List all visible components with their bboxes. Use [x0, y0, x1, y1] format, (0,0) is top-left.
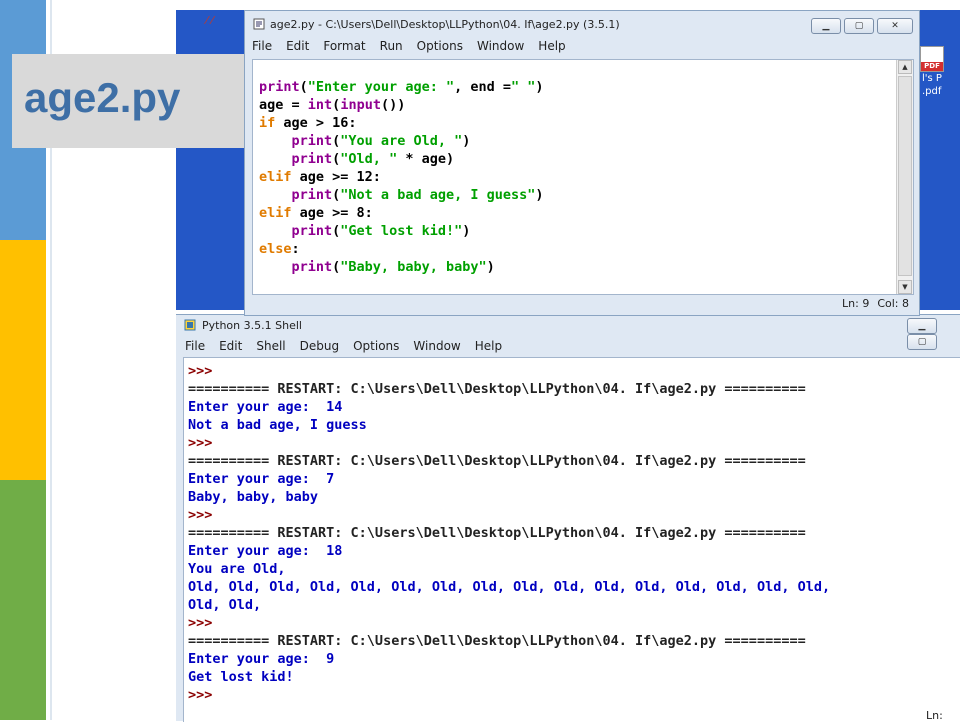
- pdf-file-icon[interactable]: PDF: [920, 46, 944, 72]
- editor-scrollbar[interactable]: ▲ ▼: [896, 60, 913, 294]
- shell-line[interactable]: Get lost kid!: [188, 668, 830, 686]
- shell-title: Python 3.5.1 Shell: [202, 319, 302, 332]
- slide-band-green: [0, 480, 46, 720]
- code-text[interactable]: print("Enter your age: ", end =" ") age =…: [259, 78, 544, 276]
- menu-window[interactable]: Window: [410, 339, 463, 353]
- menu-file[interactable]: File: [182, 339, 208, 353]
- menu-window[interactable]: Window: [474, 39, 527, 53]
- code-line[interactable]: if age > 16:: [259, 114, 544, 132]
- shell-minimize-button[interactable]: ▁: [907, 318, 937, 334]
- menu-help[interactable]: Help: [535, 39, 568, 53]
- menu-run[interactable]: Run: [377, 39, 406, 53]
- code-line[interactable]: elif age >= 12:: [259, 168, 544, 186]
- menu-edit[interactable]: Edit: [216, 339, 245, 353]
- editor-window: age2.py - C:\Users\Dell\Desktop\LLPython…: [244, 10, 920, 316]
- scrollbar-thumb[interactable]: [898, 76, 912, 276]
- slide-band-yellow: [0, 240, 46, 480]
- menu-options[interactable]: Options: [350, 339, 402, 353]
- shell-output[interactable]: >>> ========== RESTART: C:\Users\Dell\Des…: [183, 357, 960, 722]
- shell-titlebar[interactable]: Python 3.5.1 Shell ▁▢: [176, 315, 960, 350]
- shell-line[interactable]: ========== RESTART: C:\Users\Dell\Deskto…: [188, 524, 830, 542]
- pdf-badge: PDF: [921, 62, 943, 71]
- editor-title: age2.py - C:\Users\Dell\Desktop\LLPython…: [270, 18, 620, 31]
- menu-help[interactable]: Help: [472, 339, 505, 353]
- menu-format[interactable]: Format: [320, 39, 368, 53]
- shell-line[interactable]: Baby, baby, baby: [188, 488, 830, 506]
- menu-options[interactable]: Options: [414, 39, 466, 53]
- menu-edit[interactable]: Edit: [283, 39, 312, 53]
- shell-line[interactable]: ========== RESTART: C:\Users\Dell\Deskto…: [188, 380, 830, 398]
- shell-line[interactable]: Old, Old, Old, Old, Old, Old, Old, Old, …: [188, 578, 830, 596]
- editor-statusbar: Ln: 9 Col: 8: [834, 297, 909, 310]
- slide-title-box: age2.py: [12, 54, 244, 148]
- pdf-label-line1: l's P: [922, 73, 942, 84]
- menu-shell[interactable]: Shell: [253, 339, 288, 353]
- line-indicator: Ln: 9: [842, 297, 870, 310]
- shell-line[interactable]: Not a bad age, I guess: [188, 416, 830, 434]
- shell-line-indicator: Ln:: [926, 709, 943, 722]
- shell-line[interactable]: >>>: [188, 434, 830, 452]
- shell-menubar: File Edit Shell Debug Options Window Help: [182, 339, 513, 357]
- maximize-button[interactable]: ▢: [844, 18, 874, 34]
- code-editor[interactable]: print("Enter your age: ", end =" ") age =…: [252, 59, 914, 295]
- menu-debug[interactable]: Debug: [297, 339, 342, 353]
- desktop-decoration: ⁄ ⁄: [206, 14, 214, 27]
- editor-menubar: File Edit Format Run Options Window Help: [249, 39, 577, 57]
- shell-line[interactable]: ========== RESTART: C:\Users\Dell\Deskto…: [188, 632, 830, 650]
- shell-line[interactable]: Enter your age: 9: [188, 650, 830, 668]
- code-line[interactable]: else:: [259, 240, 544, 258]
- code-line[interactable]: print("Get lost kid!"): [259, 222, 544, 240]
- pdf-file-label[interactable]: l's P .pdf: [922, 72, 942, 98]
- code-line[interactable]: print("Not a bad age, I guess"): [259, 186, 544, 204]
- code-line[interactable]: print("Old, " * age): [259, 150, 544, 168]
- shell-line[interactable]: >>>: [188, 614, 830, 632]
- shell-window-controls: ▁▢: [904, 318, 960, 350]
- shell-line[interactable]: Enter your age: 18: [188, 542, 830, 560]
- shell-line[interactable]: Enter your age: 14: [188, 398, 830, 416]
- shell-line[interactable]: Old, Old,: [188, 596, 830, 614]
- shell-text[interactable]: >>> ========== RESTART: C:\Users\Dell\Des…: [188, 362, 830, 704]
- shell-line[interactable]: >>>: [188, 506, 830, 524]
- column-indicator: Col: 8: [877, 297, 909, 310]
- editor-titlebar[interactable]: age2.py - C:\Users\Dell\Desktop\LLPython…: [245, 11, 919, 38]
- code-line[interactable]: print("Baby, baby, baby"): [259, 258, 544, 276]
- code-line[interactable]: print("You are Old, "): [259, 132, 544, 150]
- menu-file[interactable]: File: [249, 39, 275, 53]
- python-shell-icon: [184, 319, 196, 331]
- code-line[interactable]: age = int(input()): [259, 96, 544, 114]
- pdf-label-line2: .pdf: [922, 86, 942, 97]
- shell-line[interactable]: ========== RESTART: C:\Users\Dell\Deskto…: [188, 452, 830, 470]
- scroll-down-icon[interactable]: ▼: [898, 280, 912, 294]
- shell-line[interactable]: >>>: [188, 686, 830, 704]
- code-line[interactable]: elif age >= 8:: [259, 204, 544, 222]
- editor-window-controls: ▁ ▢ ✕: [808, 18, 913, 34]
- shell-maximize-button[interactable]: ▢: [907, 334, 937, 350]
- minimize-button[interactable]: ▁: [811, 18, 841, 34]
- shell-line[interactable]: Enter your age: 7: [188, 470, 830, 488]
- shell-window: Python 3.5.1 Shell ▁▢ File Edit Shell Debug…: [176, 314, 960, 722]
- shell-line[interactable]: >>>: [188, 362, 830, 380]
- slide-title: age2.py: [24, 74, 181, 121]
- python-file-icon: [253, 18, 265, 30]
- close-button[interactable]: ✕: [877, 18, 913, 34]
- shell-line[interactable]: You are Old,: [188, 560, 830, 578]
- scroll-up-icon[interactable]: ▲: [898, 60, 912, 74]
- code-line[interactable]: print("Enter your age: ", end =" "): [259, 78, 544, 96]
